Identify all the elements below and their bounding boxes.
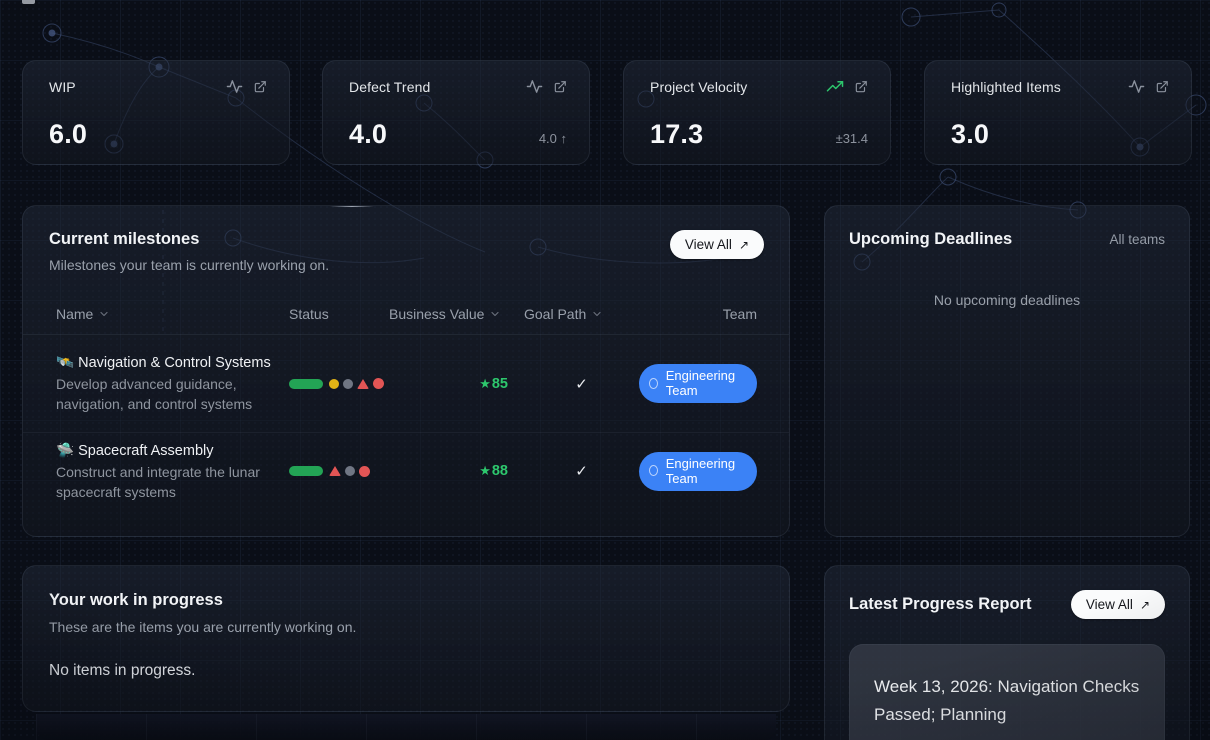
milestone-description: Develop advanced guidance, navigation, a… (56, 374, 274, 414)
report-item[interactable]: Week 13, 2026: Navigation Checks Passed;… (849, 644, 1165, 740)
deadlines-title: Upcoming Deadlines (849, 230, 1012, 249)
activity-icon (226, 78, 243, 95)
report-item-title: Week 13, 2026: Navigation Checks Passed;… (874, 673, 1140, 729)
star-icon: ★ (479, 376, 491, 391)
external-link-icon[interactable] (553, 80, 567, 94)
status-indicators (289, 466, 389, 477)
column-header-goal-path[interactable]: Goal Path (524, 306, 639, 322)
milestones-view-all-button[interactable]: View All ↗ (670, 230, 764, 259)
team-filter[interactable]: All teams (1109, 232, 1165, 247)
upcoming-deadlines-card: Upcoming Deadlines All teams No upcoming… (824, 205, 1190, 537)
green-bar-icon (289, 466, 323, 476)
red-dot-icon (373, 378, 384, 389)
activity-icon (526, 78, 543, 95)
chevron-down-icon (98, 308, 110, 320)
goal-path-check: ✓ (524, 462, 639, 480)
stat-value: 17.3 (650, 119, 703, 150)
stat-value: 6.0 (49, 119, 87, 150)
milestone-name: Navigation & Control Systems (78, 355, 271, 371)
trending-up-icon (826, 78, 844, 96)
arrow-up-right-icon: ↗ (1140, 598, 1150, 612)
goal-path-check: ✓ (524, 375, 639, 393)
flying-saucer-emoji: 🛸 (56, 443, 74, 459)
milestones-subtitle: Milestones your team is currently workin… (49, 257, 329, 273)
stat-trend: 4.0 ↑ (539, 131, 567, 150)
team-ring-icon (649, 465, 658, 476)
work-subtitle: These are the items you are currently wo… (49, 619, 763, 635)
column-header-team[interactable]: Team (639, 306, 757, 322)
external-link-icon[interactable] (1155, 80, 1169, 94)
latest-progress-report-card: Latest Progress Report View All ↗ Week 1… (824, 565, 1190, 740)
business-value-cell: ★85 (389, 376, 524, 392)
satellite-emoji: 🛰️ (56, 355, 74, 371)
team-badge[interactable]: Engineering Team (639, 452, 757, 491)
milestones-title: Current milestones (49, 230, 329, 249)
yellow-dot-icon (329, 379, 339, 389)
star-icon: ★ (479, 463, 491, 478)
work-empty-message: No items in progress. (49, 662, 763, 680)
stat-card-project-velocity: Project Velocity 17.3 ±31.4 (623, 60, 891, 165)
external-link-icon[interactable] (253, 80, 267, 94)
column-header-business-value[interactable]: Business Value (389, 306, 524, 322)
work-in-progress-card: Your work in progress These are the item… (22, 565, 790, 712)
stat-variance: ±31.4 (836, 131, 868, 150)
view-all-label: View All (1086, 597, 1133, 612)
team-badge[interactable]: Engineering Team (639, 364, 757, 403)
milestone-row-navigation-control-systems[interactable]: 🛰️ Navigation & Control Systems Develop … (23, 335, 789, 433)
gray-dot-icon (343, 379, 353, 389)
deadlines-empty-message: No upcoming deadlines (849, 292, 1165, 308)
stat-card-wip: WIP 6.0 (22, 60, 290, 165)
gray-dot-icon (345, 466, 355, 476)
scroll-indicator (22, 0, 35, 4)
work-title: Your work in progress (49, 591, 763, 610)
external-link-icon[interactable] (854, 80, 868, 94)
milestones-table: Name Status Business Value Goal Path Tea… (23, 293, 789, 509)
milestone-row-spacecraft-assembly[interactable]: 🛸 Spacecraft Assembly Construct and inte… (23, 433, 789, 509)
red-dot-icon (359, 466, 370, 477)
current-milestones-card: Current milestones Milestones your team … (22, 205, 790, 537)
red-triangle-icon (357, 379, 369, 389)
team-ring-icon (649, 378, 658, 389)
stat-card-highlighted-items: Highlighted Items 3.0 (924, 60, 1192, 165)
view-all-label: View All (685, 237, 732, 252)
milestone-description: Construct and integrate the lunar spacec… (56, 462, 274, 502)
stat-label: WIP (49, 79, 76, 95)
stat-label: Defect Trend (349, 79, 430, 95)
milestone-name: Spacecraft Assembly (78, 443, 213, 459)
table-header-row: Name Status Business Value Goal Path Tea… (23, 293, 789, 335)
card-reflection-decoration (36, 714, 776, 740)
column-header-name[interactable]: Name (56, 306, 289, 322)
stat-value: 4.0 (349, 119, 387, 150)
report-view-all-button[interactable]: View All ↗ (1071, 590, 1165, 619)
stat-value: 3.0 (951, 119, 989, 150)
chevron-down-icon (489, 308, 501, 320)
activity-icon (1128, 78, 1145, 95)
report-title: Latest Progress Report (849, 595, 1031, 614)
business-value-cell: ★88 (389, 463, 524, 479)
stat-card-defect-trend: Defect Trend 4.0 4.0 ↑ (322, 60, 590, 165)
status-indicators (289, 378, 389, 389)
green-bar-icon (289, 379, 323, 389)
stat-label: Project Velocity (650, 79, 747, 95)
red-triangle-icon (329, 466, 341, 476)
stat-label: Highlighted Items (951, 79, 1061, 95)
chevron-down-icon (591, 308, 603, 320)
arrow-up-right-icon: ↗ (739, 238, 749, 252)
column-header-status[interactable]: Status (289, 306, 389, 322)
